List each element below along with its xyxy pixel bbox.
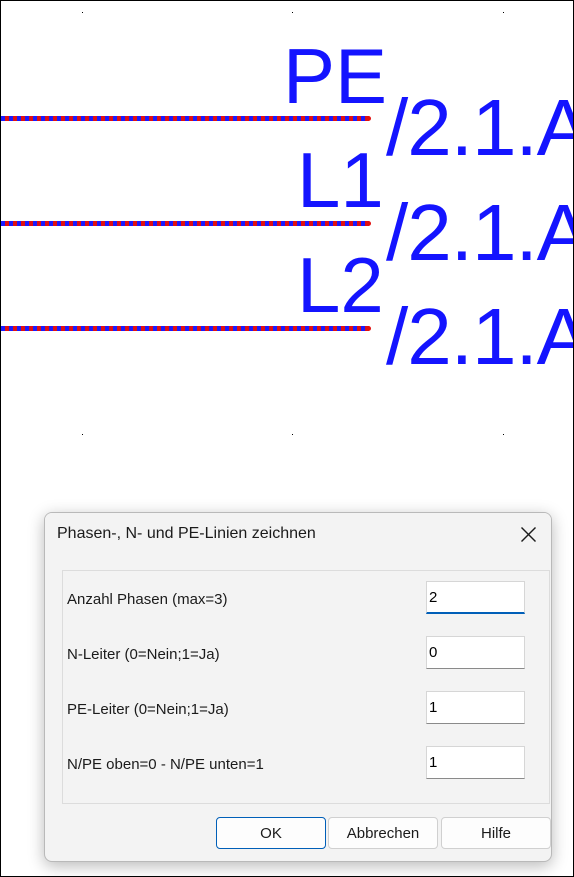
parameter-row-n-conductor: N-Leiter (0=Nein;1=Ja) bbox=[63, 636, 549, 672]
conductor-label-l1: L1 bbox=[297, 136, 384, 224]
ok-button[interactable]: OK bbox=[216, 817, 326, 849]
parameter-row-pe-conductor: PE-Leiter (0=Nein;1=Ja) bbox=[63, 691, 549, 727]
close-icon bbox=[520, 526, 536, 542]
dialog-title: Phasen-, N- und PE-Linien zeichnen bbox=[57, 525, 316, 542]
parameter-row-phases: Anzahl Phasen (max=3) bbox=[63, 581, 549, 617]
n-conductor-label: N-Leiter (0=Nein;1=Ja) bbox=[67, 646, 220, 663]
cross-reference-pe: /2.1.A bbox=[386, 83, 574, 172]
grid-dot bbox=[292, 434, 293, 435]
conductor-line-l1[interactable] bbox=[1, 221, 371, 226]
grid-dot bbox=[503, 434, 504, 435]
conductor-line-pe[interactable] bbox=[1, 116, 371, 121]
grid-dot bbox=[292, 12, 293, 13]
help-button[interactable]: Hilfe bbox=[441, 817, 551, 849]
cross-reference-l1: /2.1.A bbox=[386, 188, 574, 277]
conductor-label-pe: PE bbox=[283, 32, 388, 120]
cancel-button[interactable]: Abbrechen bbox=[328, 817, 438, 849]
lines-dialog: Phasen-, N- und PE-Linien zeichnen Anzah… bbox=[44, 512, 552, 862]
grid-dot bbox=[503, 12, 504, 13]
cross-reference-l2: /2.1.A bbox=[386, 292, 574, 381]
drawing-canvas[interactable]: PE /2.1.A L1 /2.1.A L2 /2.1.A Phasen-, N… bbox=[0, 0, 574, 877]
grid-dot bbox=[82, 12, 83, 13]
n-pe-position-label: N/PE oben=0 - N/PE unten=1 bbox=[67, 756, 264, 773]
phases-label: Anzahl Phasen (max=3) bbox=[67, 591, 228, 608]
pe-conductor-input[interactable] bbox=[426, 691, 525, 724]
parameter-panel: Anzahl Phasen (max=3) N-Leiter (0=Nein;1… bbox=[62, 570, 550, 804]
n-pe-position-input[interactable] bbox=[426, 746, 525, 779]
dialog-titlebar[interactable]: Phasen-, N- und PE-Linien zeichnen bbox=[45, 513, 551, 555]
conductor-line-l2[interactable] bbox=[1, 326, 371, 331]
grid-dot bbox=[82, 434, 83, 435]
close-button[interactable] bbox=[505, 513, 551, 555]
pe-conductor-label: PE-Leiter (0=Nein;1=Ja) bbox=[67, 701, 229, 718]
phases-input[interactable] bbox=[426, 581, 525, 614]
parameter-row-n-pe-position: N/PE oben=0 - N/PE unten=1 bbox=[63, 746, 549, 782]
n-conductor-input[interactable] bbox=[426, 636, 525, 669]
conductor-label-l2: L2 bbox=[297, 241, 384, 329]
